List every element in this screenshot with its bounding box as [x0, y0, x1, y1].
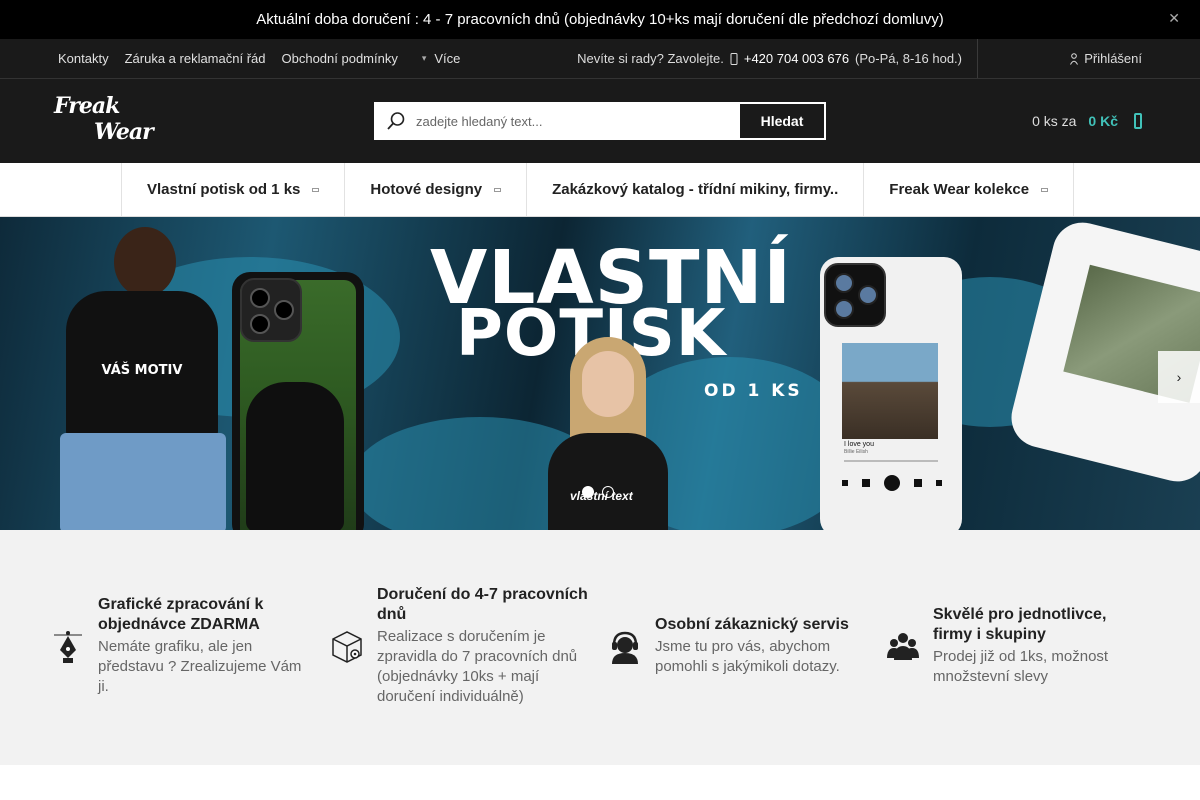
- cart-price: 0 Kč: [1088, 113, 1118, 129]
- cart-icon: [1134, 113, 1142, 129]
- help-text: Nevíte si rady? Zavolejte.: [577, 51, 724, 66]
- close-icon[interactable]: ✕: [1168, 10, 1180, 27]
- group-icon: [887, 630, 919, 664]
- feature-title: Osobní zákaznický servis: [655, 616, 849, 633]
- phone-case-photo-image: I love you Billie Eilish: [820, 257, 962, 530]
- chevron-down-icon: ▾: [421, 53, 427, 63]
- dropdown-icon: [494, 187, 502, 192]
- dropdown-icon: [1041, 187, 1049, 192]
- more-label: Více: [434, 51, 461, 66]
- link-contacts[interactable]: Kontakty: [58, 51, 109, 66]
- song-title: I love you: [844, 441, 874, 448]
- category-navigation: Vlastní potisk od 1 ks Hotové designy Za…: [0, 163, 1200, 217]
- feature-description: Prodej již od 1ks, možnost množstevní sl…: [933, 648, 1109, 685]
- shirt-text: VÁŠ MOTIV: [101, 363, 183, 378]
- package-icon: [331, 630, 363, 664]
- feature-title: Doručení do 4-7 pracovních dnů: [377, 586, 588, 623]
- user-icon: [1070, 52, 1079, 65]
- login-link[interactable]: Přihlášení: [1070, 39, 1142, 78]
- freak-wear-logo[interactable]: Freak Wear: [54, 93, 166, 149]
- category-ready-designs[interactable]: Hotové designy: [344, 163, 526, 216]
- feature-item: Skvělé pro jednotlivce, firmy i skupiny …: [887, 605, 1147, 685]
- feature-title: Skvělé pro jednotlivce, firmy i skupiny: [933, 606, 1107, 643]
- search-button[interactable]: Hledat: [740, 104, 824, 138]
- repeat-icon: [936, 480, 942, 486]
- more-menu[interactable]: ▾ Více: [422, 51, 461, 66]
- category-label: Hotové designy: [370, 181, 483, 198]
- feature-item: Osobní zákaznický servis Jsme tu pro vás…: [609, 615, 869, 675]
- category-custom-print[interactable]: Vlastní potisk od 1 ks: [121, 163, 344, 216]
- feature-description: Jsme tu pro vás, abychom pomohli s jakým…: [655, 638, 840, 675]
- search-bar: Hledat: [374, 102, 826, 140]
- login-label: Přihlášení: [1084, 51, 1142, 66]
- category-custom-catalog[interactable]: Zakázkový katalog - třídní mikiny, firmy…: [526, 163, 863, 216]
- search-input[interactable]: [416, 104, 740, 138]
- slider-dots: [582, 486, 614, 498]
- cart-summary[interactable]: 0 ks za 0 Kč: [1032, 113, 1142, 129]
- pen-nib-icon: [52, 630, 84, 664]
- slider-next-arrow-icon[interactable]: ›: [1158, 351, 1200, 403]
- feature-title: Grafické zpracování k objednávce ZDARMA: [98, 596, 264, 633]
- divider: [977, 39, 978, 78]
- phone-number[interactable]: +420 704 003 676: [744, 51, 849, 66]
- features-section: Grafické zpracování k objednávce ZDARMA …: [0, 530, 1200, 765]
- feature-item: Grafické zpracování k objednávce ZDARMA …: [52, 595, 312, 695]
- hero-subtitle: OD 1 KS: [704, 381, 803, 401]
- phone-hours: (Po-Pá, 8-16 hod.): [855, 51, 962, 66]
- phone-contact: Nevíte si rady? Zavolejte. +420 704 003 …: [577, 39, 962, 78]
- feature-item: Doručení do 4-7 pracovních dnů Realizace…: [331, 585, 591, 715]
- phone-case-dog-image: [232, 272, 364, 530]
- next-icon: [914, 479, 922, 487]
- prev-icon: [862, 479, 870, 487]
- slider-dot[interactable]: [582, 486, 594, 498]
- support-agent-icon: [609, 630, 641, 664]
- top-navigation: Kontakty Záruka a reklamační řád Obchodn…: [0, 39, 1200, 79]
- link-terms[interactable]: Obchodní podmínky: [282, 51, 398, 66]
- slider-dot[interactable]: [602, 486, 614, 498]
- category-label: Vlastní potisk od 1 ks: [147, 181, 301, 198]
- play-icon: [884, 475, 900, 491]
- hoodie-model-image: vlastní text: [548, 337, 668, 530]
- site-header: Freak Wear Hledat 0 ks za 0 Kč: [0, 79, 1200, 163]
- search-icon: [376, 104, 416, 138]
- feature-description: Realizace s doručením je zpravidla do 7 …: [377, 628, 578, 705]
- phone-icon: [730, 52, 738, 65]
- category-freak-wear-collection[interactable]: Freak Wear kolekce: [863, 163, 1075, 216]
- delivery-notice-bar: Aktuální doba doručení : 4 - 7 pracovníc…: [0, 0, 1200, 39]
- hero-banner[interactable]: VÁŠ MOTIV VLASTNÍ POTISK OD 1 KS vlastní…: [0, 217, 1200, 530]
- category-label: Freak Wear kolekce: [889, 181, 1030, 198]
- top-links: Kontakty Záruka a reklamační řád Obchodn…: [58, 39, 460, 78]
- song-artist: Billie Eilish: [844, 449, 868, 455]
- delivery-notice-text: Aktuální doba doručení : 4 - 7 pracovníc…: [256, 11, 944, 28]
- tshirt-model-image: VÁŠ MOTIV: [58, 227, 228, 530]
- link-warranty[interactable]: Záruka a reklamační řád: [125, 51, 266, 66]
- feature-description: Nemáte grafiku, ale jen představu ? Zrea…: [98, 638, 302, 695]
- cart-count: 0 ks za: [1032, 113, 1077, 129]
- dropdown-icon: [312, 187, 320, 192]
- shuffle-icon: [842, 480, 848, 486]
- category-label: Zakázkový katalog - třídní mikiny, firmy…: [552, 181, 839, 198]
